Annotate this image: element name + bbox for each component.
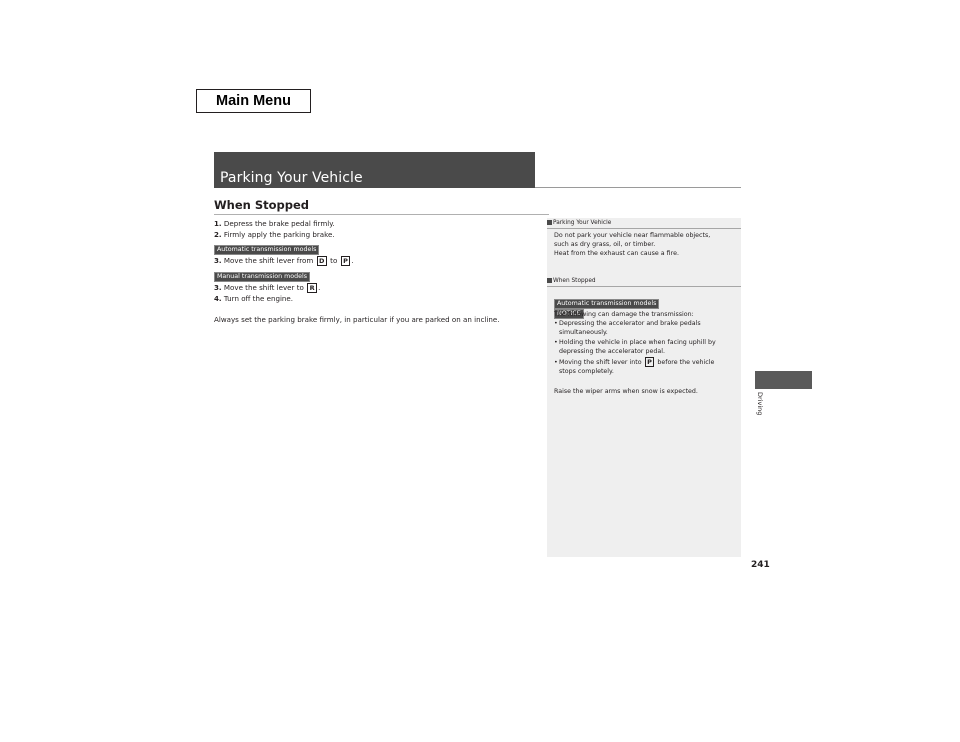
section-title-bar: Parking Your Vehicle xyxy=(214,152,535,188)
step-4: 4. Turn off the engine. xyxy=(214,294,293,304)
section-title: Parking Your Vehicle xyxy=(220,170,363,186)
sidebar-divider xyxy=(547,228,741,229)
main-menu-button[interactable]: Main Menu xyxy=(196,89,311,113)
manual-models-tag-row: Manual transmission models xyxy=(214,271,310,282)
reference-marker-icon xyxy=(547,219,552,225)
step-text-end: . xyxy=(351,256,354,265)
sidebar-divider xyxy=(547,286,741,287)
step-2: 2. Firmly apply the parking brake. xyxy=(214,230,335,240)
subtitle-divider-extension xyxy=(535,214,549,215)
step-text: Move the shift lever to xyxy=(223,283,304,292)
shift-key-r-icon: R xyxy=(307,283,318,293)
bullet-text-after: before the vehicle xyxy=(657,359,715,366)
shift-key-p-icon: P xyxy=(340,256,351,266)
manual-models-tag: Manual transmission models xyxy=(214,272,310,282)
step-text: Depress the brake pedal firmly. xyxy=(223,219,335,228)
step-text: Firmly apply the parking brake. xyxy=(223,230,335,239)
sidebar-bullet-continuation: simultaneously. xyxy=(559,329,608,336)
bullet-text: Moving the shift lever into xyxy=(559,359,642,366)
chapter-tab-label: Driving xyxy=(756,392,764,416)
step-text-mid: to xyxy=(330,256,338,265)
automatic-models-tag-row: Automatic transmission models xyxy=(214,244,320,255)
sidebar-heading-stopped: When Stopped xyxy=(547,277,741,285)
sidebar-parking-line: such as dry grass, oil, or timber. xyxy=(554,241,656,248)
page-number: 241 xyxy=(751,560,770,570)
chapter-tab[interactable] xyxy=(755,371,812,389)
step-number: 3. xyxy=(214,256,222,265)
automatic-models-tag: Automatic transmission models xyxy=(214,245,320,255)
sidebar-parking-line: Do not park your vehicle near flammable … xyxy=(554,232,711,239)
sidebar-heading-text: When Stopped xyxy=(553,278,596,284)
reference-marker-icon xyxy=(547,277,552,283)
sidebar-parking-line: Heat from the exhaust can cause a fire. xyxy=(554,250,679,257)
step-3-automatic: 3. Move the shift lever from D to P. xyxy=(214,256,354,266)
incline-note: Always set the parking brake firmly, in … xyxy=(214,315,500,324)
sidebar-bullet: •Moving the shift lever into P before th… xyxy=(554,357,714,367)
subtitle-divider xyxy=(214,214,535,215)
sidebar-notice-intro: The following can damage the transmissio… xyxy=(554,311,694,318)
step-text: Turn off the engine. xyxy=(223,294,294,303)
shift-key-p-icon: P xyxy=(644,357,655,367)
step-text: Move the shift lever from xyxy=(223,256,314,265)
subsection-title: When Stopped xyxy=(214,198,310,212)
bullet-text: Depressing the accelerator and brake ped… xyxy=(559,320,701,327)
sidebar-wiper-note: Raise the wiper arms when snow is expect… xyxy=(554,388,698,395)
sidebar-bullet-continuation: stops completely. xyxy=(559,368,614,375)
sidebar-heading-parking: Parking Your Vehicle xyxy=(547,219,741,227)
sidebar-bullet: •Holding the vehicle in place when facin… xyxy=(554,338,716,347)
step-number: 1. xyxy=(214,219,222,228)
sidebar-bullet: •Depressing the accelerator and brake pe… xyxy=(554,319,701,328)
step-number: 2. xyxy=(214,230,222,239)
step-1: 1. Depress the brake pedal firmly. xyxy=(214,219,335,229)
title-divider xyxy=(535,187,741,188)
step-text-end: . xyxy=(318,283,321,292)
step-3-manual: 3. Move the shift lever to R. xyxy=(214,283,320,293)
sidebar-heading-text: Parking Your Vehicle xyxy=(553,220,612,226)
step-number: 3. xyxy=(214,283,222,292)
sidebar-bullet-continuation: depressing the accelerator pedal. xyxy=(559,348,665,355)
shift-key-d-icon: D xyxy=(316,256,327,266)
step-number: 4. xyxy=(214,294,222,303)
bullet-text: Holding the vehicle in place when facing… xyxy=(559,339,716,346)
